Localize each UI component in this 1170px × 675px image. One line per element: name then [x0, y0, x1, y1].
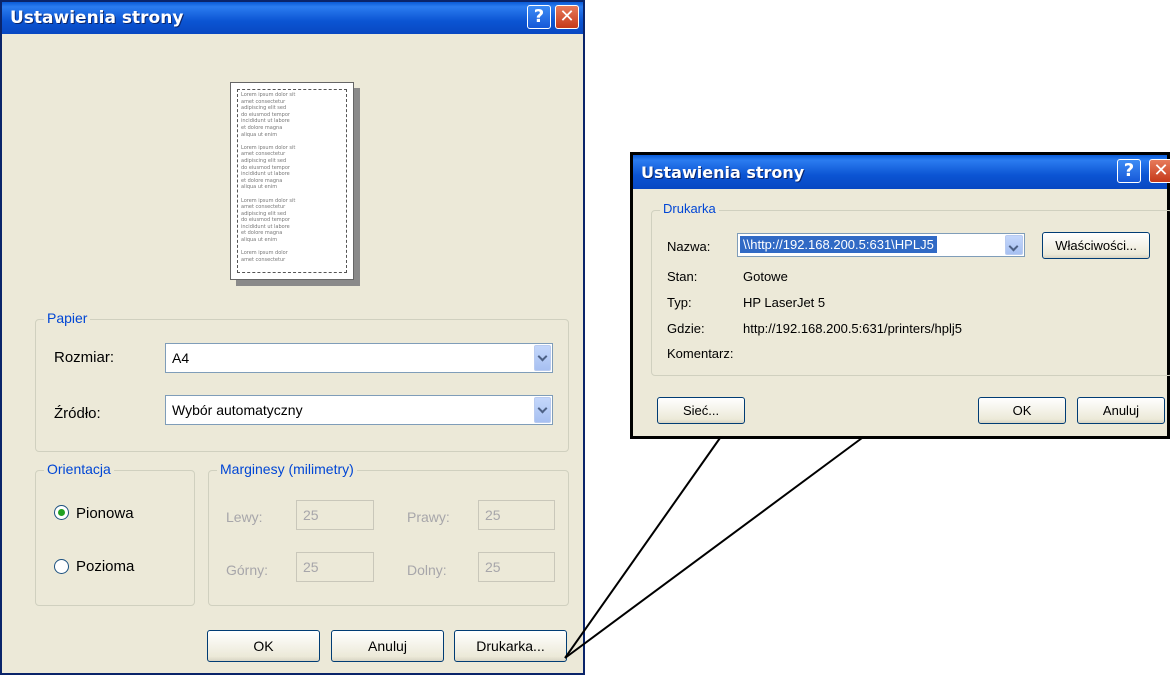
help-icon[interactable]: ?: [1117, 159, 1141, 183]
dialog-title: Ustawienia strony: [10, 8, 184, 28]
chevron-down-icon[interactable]: [1005, 235, 1023, 255]
preview-text-line: aliqua ut enim: [241, 131, 278, 138]
type-label: Typ:: [667, 295, 692, 310]
preview-text-line: Lorem ipsum dolor sit: [241, 92, 296, 98]
printer-title-bar[interactable]: Ustawienia strony ? ✕: [633, 155, 1170, 189]
page-margin-box: Lorem ipsum dolor sit amet consectetur adi…: [237, 89, 347, 273]
orientation-group: Orientacja: [35, 461, 195, 606]
preview-text-line: amet consectetur: [241, 151, 286, 158]
landscape-label[interactable]: Pozioma: [76, 558, 134, 575]
bottom-margin-label: Dolny:: [407, 562, 447, 578]
preview-text-line: adipiscing elit sed: [241, 210, 287, 217]
preview-text-line: adipiscing elit sed: [241, 157, 287, 164]
preview-text-line: et dolore magna: [241, 230, 283, 237]
left-margin-label: Lewy:: [226, 509, 263, 525]
preview-text-line: [241, 138, 343, 145]
callout-line-right: [564, 437, 863, 659]
top-margin-input[interactable]: 25: [296, 552, 374, 582]
chevron-down-icon[interactable]: [534, 397, 551, 423]
size-label: Rozmiar:: [54, 349, 115, 366]
where-label: Gdzie:: [667, 321, 705, 336]
printer-group-label: Drukarka: [660, 201, 719, 216]
right-margin-input[interactable]: 25: [478, 500, 555, 530]
status-label: Stan:: [667, 269, 698, 284]
landscape-radio[interactable]: [54, 559, 69, 574]
top-margin-label: Górny:: [226, 562, 269, 578]
help-icon[interactable]: ?: [527, 5, 551, 29]
preview-text-line: [241, 191, 343, 198]
callout-line-left: [564, 437, 721, 659]
portrait-label[interactable]: Pionowa: [76, 505, 134, 522]
ok-button[interactable]: OK: [978, 397, 1066, 424]
printer-button[interactable]: Drukarka...: [454, 630, 567, 662]
type-value: HP LaserJet 5: [743, 295, 826, 310]
properties-button[interactable]: Właściwości...: [1042, 232, 1150, 259]
cancel-button[interactable]: Anuluj: [1077, 397, 1165, 424]
chevron-down-icon[interactable]: [534, 345, 551, 371]
preview-text-line: amet consectetur: [241, 98, 286, 105]
source-select[interactable]: Wybór automatyczny: [165, 395, 553, 425]
cancel-button[interactable]: Anuluj: [331, 630, 444, 662]
preview-text-line: amet consectetur: [241, 256, 286, 263]
bottom-margin-input[interactable]: 25: [478, 552, 555, 582]
paper-group: Papier: [35, 310, 569, 452]
preview-text-line: incididunt ut labore: [241, 223, 290, 230]
size-select-value: A4: [172, 350, 190, 366]
printer-dialog: Ustawienia strony ? ✕ Drukarka Nazwa: \\…: [630, 152, 1170, 439]
printer-dialog-title: Ustawienia strony: [641, 163, 805, 182]
comment-label: Komentarz:: [667, 346, 734, 361]
right-margin-label: Prawy:: [407, 509, 450, 525]
preview-text-line: adipiscing elit sed: [241, 105, 287, 112]
left-margin-input[interactable]: 25: [296, 500, 374, 530]
where-value: http://192.168.200.5:631/printers/hplj5: [743, 321, 962, 336]
source-select-value: Wybór automatyczny: [172, 402, 303, 418]
preview-text: Lorem ipsum dolor sit amet consectetur adi…: [241, 92, 343, 263]
preview-text-line: amet consectetur: [241, 204, 286, 211]
preview-text-line: do eiusmod tempor: [241, 217, 290, 224]
page-setup-dialog: Ustawienia strony ? ✕ Lorem ipsum dolor …: [0, 0, 585, 675]
margins-group-label: Marginesy (milimetry): [217, 461, 357, 477]
preview-text-line: do eiusmod tempor: [241, 164, 290, 171]
network-button[interactable]: Sieć...: [657, 397, 745, 424]
portrait-radio[interactable]: [54, 505, 69, 520]
status-value: Gotowe: [743, 269, 788, 284]
margins-group: Marginesy (milimetry): [208, 461, 569, 606]
size-select[interactable]: A4: [165, 343, 553, 373]
preview-text-line: do eiusmod tempor: [241, 111, 290, 118]
preview-text-line: Lorem ipsum dolor: [241, 250, 288, 257]
title-bar[interactable]: Ustawienia strony ? ✕: [2, 2, 583, 34]
preview-text-line: [241, 244, 343, 251]
preview-text-line: et dolore magna: [241, 124, 283, 131]
source-label: Źródło:: [54, 405, 101, 422]
orientation-group-label: Orientacja: [44, 461, 114, 477]
preview-text-line: aliqua ut enim: [241, 184, 278, 191]
preview-text-line: Lorem ipsum dolor sit: [241, 144, 296, 151]
preview-text-line: Lorem ipsum dolor sit: [241, 197, 296, 204]
preview-text-line: incididunt ut labore: [241, 118, 290, 125]
preview-text-line: aliqua ut enim: [241, 237, 278, 244]
page-sheet: Lorem ipsum dolor sit amet consectetur adi…: [230, 82, 354, 280]
preview-text-line: incididunt ut labore: [241, 171, 290, 178]
page-preview: Lorem ipsum dolor sit amet consectetur adi…: [230, 82, 360, 287]
name-label: Nazwa:: [667, 239, 711, 254]
paper-group-label: Papier: [44, 310, 91, 326]
preview-text-line: et dolore magna: [241, 177, 283, 184]
close-icon[interactable]: ✕: [1149, 159, 1170, 183]
printer-name-select[interactable]: \\http://192.168.200.5:631\HPLJ5: [737, 233, 1025, 257]
ok-button[interactable]: OK: [207, 630, 320, 662]
printer-name-value: \\http://192.168.200.5:631\HPLJ5: [740, 236, 937, 253]
close-icon[interactable]: ✕: [555, 5, 579, 29]
